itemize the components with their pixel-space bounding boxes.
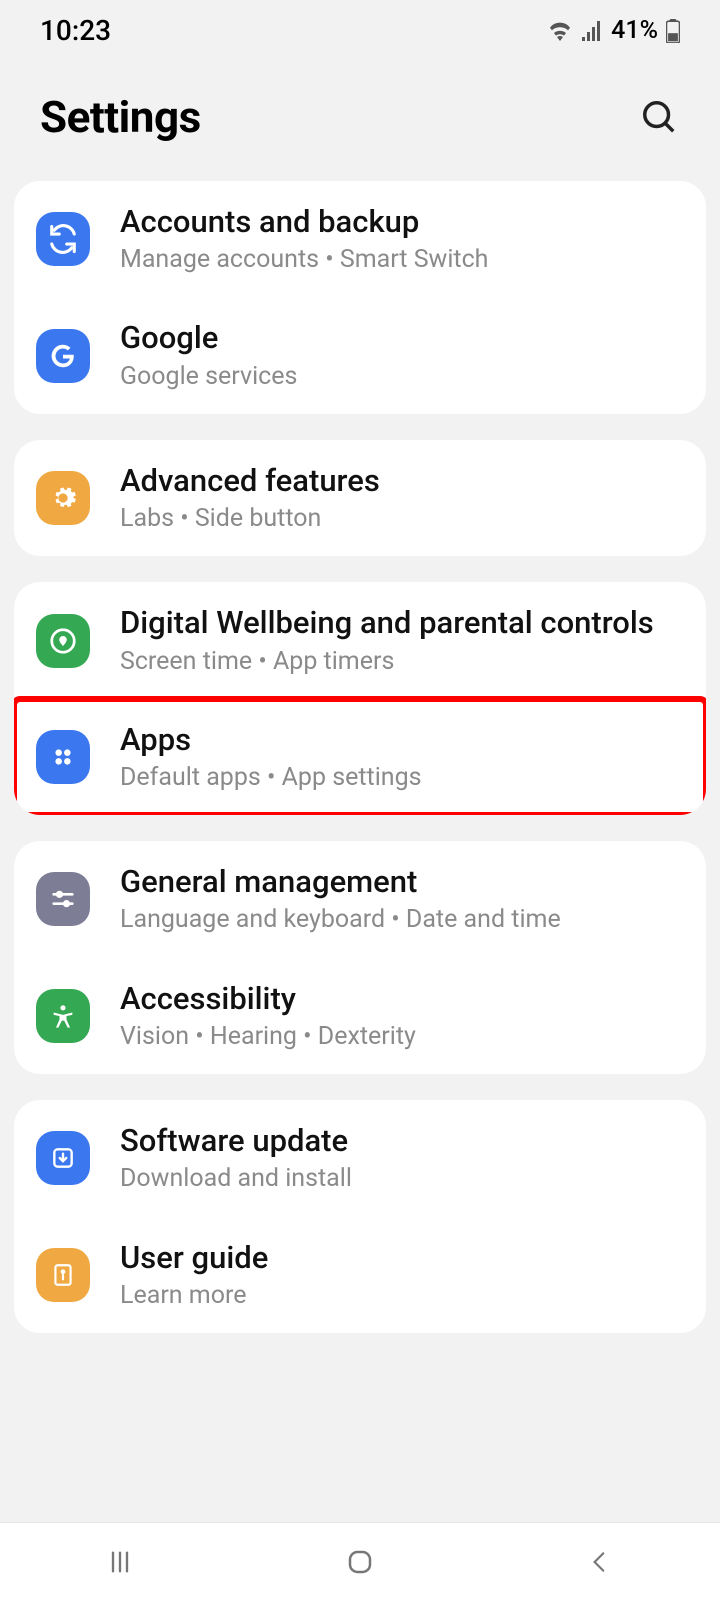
sync-icon: [36, 212, 90, 266]
update-icon: [36, 1131, 90, 1185]
guide-icon: [36, 1248, 90, 1302]
status-bar: 10:23 41%: [0, 0, 720, 53]
item-text: Digital Wellbeing and parental controls S…: [120, 604, 684, 676]
item-text: Google Google services: [120, 319, 684, 391]
search-button[interactable]: [638, 96, 680, 138]
recents-button[interactable]: [90, 1542, 150, 1582]
item-subtitle: Language and keyboard • Date and time: [120, 904, 684, 935]
search-icon: [640, 98, 678, 136]
signal-icon: [581, 21, 603, 41]
status-indicators: 41%: [547, 16, 680, 45]
item-title: User guide: [120, 1239, 684, 1276]
sliders-icon: [36, 872, 90, 926]
settings-item-software-update[interactable]: Software update Download and install: [14, 1100, 706, 1216]
item-text: Accounts and backup Manage accounts • Sma…: [120, 203, 684, 275]
gear-icon: [36, 471, 90, 525]
settings-group: Advanced features Labs • Side button: [14, 440, 706, 556]
item-subtitle: Learn more: [120, 1280, 684, 1311]
status-time: 10:23: [40, 14, 111, 47]
settings-item-digital-wellbeing-and-parental-controls[interactable]: Digital Wellbeing and parental controls S…: [14, 582, 706, 698]
settings-group: General management Language and keyboard …: [14, 841, 706, 1074]
settings-item-accounts-and-backup[interactable]: Accounts and backup Manage accounts • Sma…: [14, 181, 706, 297]
item-title: Advanced features: [120, 462, 684, 499]
item-text: Accessibility Vision • Hearing • Dexterit…: [120, 980, 684, 1052]
page-title: Settings: [40, 91, 201, 143]
page-header: Settings: [0, 53, 720, 181]
item-title: Apps: [120, 721, 684, 758]
item-subtitle: Download and install: [120, 1163, 684, 1194]
back-button[interactable]: [570, 1542, 630, 1582]
item-subtitle: Manage accounts • Smart Switch: [120, 244, 684, 275]
item-subtitle: Google services: [120, 361, 684, 392]
battery-percent: 41%: [611, 16, 658, 45]
home-button[interactable]: [330, 1542, 390, 1582]
item-text: Software update Download and install: [120, 1122, 684, 1194]
battery-icon: [666, 19, 680, 43]
item-title: Software update: [120, 1122, 684, 1159]
item-text: Advanced features Labs • Side button: [120, 462, 684, 534]
wifi-icon: [547, 21, 573, 41]
item-title: Digital Wellbeing and parental controls: [120, 604, 684, 641]
item-subtitle: Default apps • App settings: [120, 762, 684, 793]
item-title: General management: [120, 863, 684, 900]
settings-group: Accounts and backup Manage accounts • Sma…: [14, 181, 706, 414]
item-subtitle: Vision • Hearing • Dexterity: [120, 1021, 684, 1052]
item-title: Accounts and backup: [120, 203, 684, 240]
settings-item-apps[interactable]: Apps Default apps • App settings: [14, 699, 706, 815]
item-subtitle: Labs • Side button: [120, 503, 684, 534]
item-title: Google: [120, 319, 684, 356]
accessibility-icon: [36, 989, 90, 1043]
settings-group: Digital Wellbeing and parental controls S…: [14, 582, 706, 815]
google-icon: [36, 329, 90, 383]
item-text: Apps Default apps • App settings: [120, 721, 684, 793]
item-text: General management Language and keyboard …: [120, 863, 684, 935]
wellbeing-icon: [36, 614, 90, 668]
settings-item-general-management[interactable]: General management Language and keyboard …: [14, 841, 706, 957]
item-text: User guide Learn more: [120, 1239, 684, 1311]
settings-item-accessibility[interactable]: Accessibility Vision • Hearing • Dexterit…: [14, 958, 706, 1074]
system-nav-bar: [0, 1522, 720, 1600]
item-title: Accessibility: [120, 980, 684, 1017]
apps-icon: [36, 730, 90, 784]
settings-item-google[interactable]: Google Google services: [14, 297, 706, 413]
settings-item-advanced-features[interactable]: Advanced features Labs • Side button: [14, 440, 706, 556]
item-subtitle: Screen time • App timers: [120, 646, 684, 677]
settings-group: Software update Download and install User …: [14, 1100, 706, 1333]
settings-item-user-guide[interactable]: User guide Learn more: [14, 1217, 706, 1333]
